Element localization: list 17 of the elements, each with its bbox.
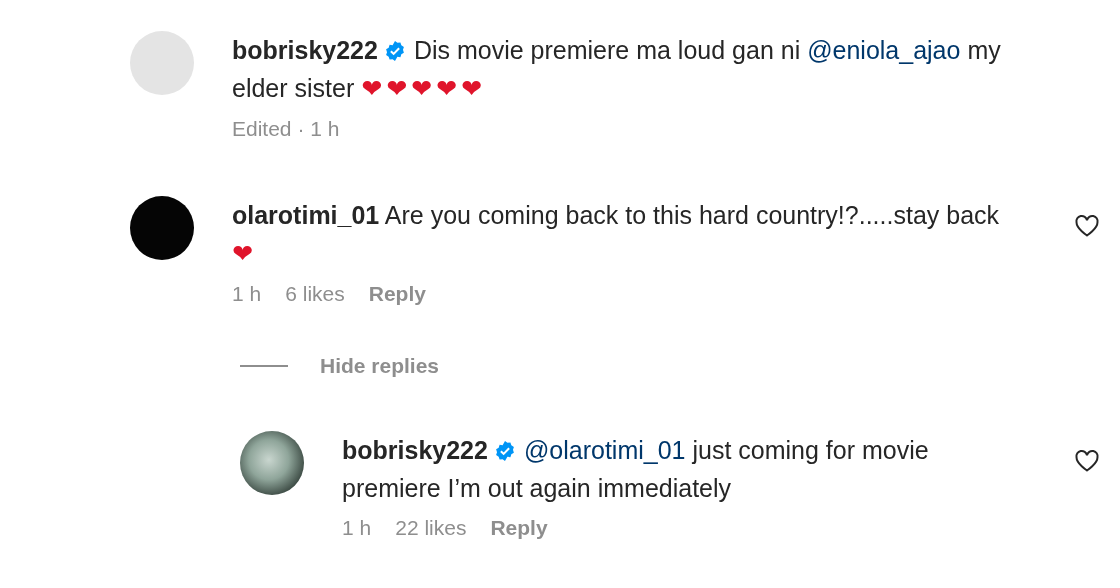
like-button[interactable] (1074, 449, 1100, 473)
hide-replies-button[interactable]: Hide replies (320, 353, 440, 379)
comment-meta: 1 h (342, 515, 372, 541)
heart-icon (1074, 214, 1100, 238)
comment-meta: Edited · 1 h (232, 116, 340, 142)
comment-meta: 1 h (232, 281, 262, 307)
comment-text: bobrisky222 Dis movie premiere ma loud gan ni @eniola_ajao my elder sister ❤❤❤❤❤ (232, 35, 1002, 105)
comment-text: bobrisky222 @olarotimi_01 just coming for movie premiere I’m out again immediately (342, 435, 930, 504)
reply-button[interactable]: Reply (490, 515, 548, 541)
mention-link[interactable]: @eniola_ajao (807, 36, 961, 64)
comment-meta: 22 likes (395, 515, 467, 541)
heart-icon (1074, 449, 1100, 473)
like-button[interactable] (1074, 214, 1100, 238)
reply-button[interactable]: Reply (368, 281, 426, 307)
mention-link[interactable]: @olarotimi_01 (523, 436, 686, 464)
comment-meta: 6 likes (285, 281, 345, 307)
comment-text: olarotimi_01 Are you coming back to this hard country!?.....stay back ❤ (232, 200, 1001, 270)
